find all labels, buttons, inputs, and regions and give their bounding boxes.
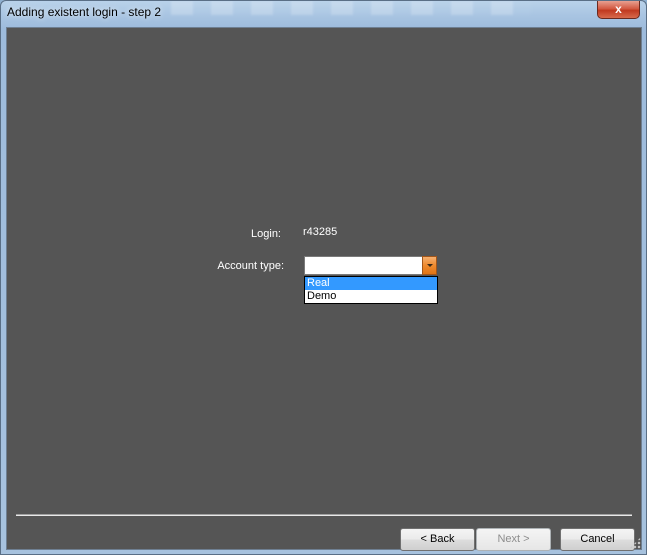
footer-separator [16,514,632,516]
cancel-button[interactable]: Cancel [560,528,635,551]
dialog-content: Login: r43285 Account type: Real Demo < … [6,27,642,551]
account-type-dropdown-list: Real Demo [304,276,438,304]
back-button[interactable]: < Back [400,528,475,551]
login-label: Login: [251,228,281,240]
close-button[interactable]: x [597,1,640,19]
dialog-window: Adding existent login - step 2 x Login: … [0,0,647,555]
window-title: Adding existent login - step 2 [7,5,162,19]
title-bar-background [171,1,531,15]
chevron-down-icon[interactable] [422,256,437,275]
dropdown-option-demo[interactable]: Demo [305,290,437,303]
next-button[interactable]: Next > [476,528,551,551]
close-icon: x [615,2,622,16]
dropdown-option-real[interactable]: Real [305,277,437,290]
login-value: r43285 [303,226,338,238]
account-type-label: Account type: [217,260,284,272]
account-type-combobox[interactable] [304,256,437,275]
